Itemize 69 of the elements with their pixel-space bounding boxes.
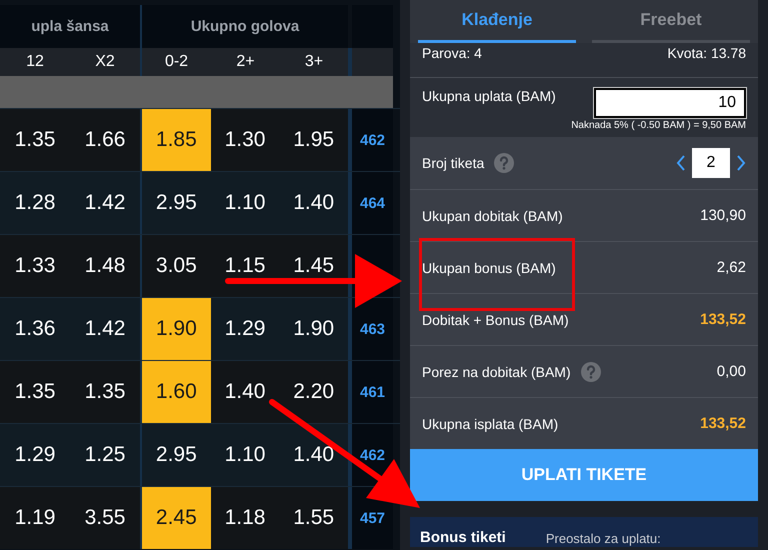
odds-cell[interactable]: 1.95 — [279, 109, 348, 171]
market-group-header: upla šansa — [0, 5, 140, 48]
odds-cell[interactable]: 1.30 — [210, 109, 280, 171]
pairs-count: Parova: 4 — [422, 45, 482, 63]
odds-cell[interactable]: 2.20 — [279, 361, 348, 423]
odds-cell[interactable]: 1.55 — [279, 487, 348, 549]
odds-cell[interactable]: 1.29 — [210, 298, 280, 360]
odds-cell[interactable]: 1.28 — [0, 172, 70, 234]
odds-cell[interactable]: 1.90 — [142, 298, 211, 360]
summary-value: 130,90 — [700, 207, 746, 224]
odds-cell[interactable]: 1.45 — [279, 235, 348, 297]
odds-cell[interactable]: 1.85 — [142, 109, 211, 171]
odds-cell[interactable]: 1.66 — [70, 109, 140, 171]
odds-cell[interactable]: 1.90 — [279, 298, 348, 360]
column-header: 3+ — [280, 48, 348, 76]
odds-cell[interactable]: 1.40 — [210, 361, 280, 423]
odds-cell[interactable]: 1.29 — [0, 424, 70, 486]
odds-cell[interactable]: 1.36 — [0, 298, 70, 360]
match-code[interactable]: 464 — [352, 172, 393, 234]
odds-cell[interactable]: 1.33 — [0, 235, 70, 297]
odds-cell[interactable]: 1.35 — [70, 361, 140, 423]
column-header: 2+ — [211, 48, 280, 76]
bonus-remaining-label: Preostalo za uplatu: — [546, 531, 661, 546]
odds-cell[interactable]: 1.40 — [279, 424, 348, 486]
fee-note: Naknada 5% ( -0.50 BAM ) = 9,50 BAM — [571, 120, 746, 131]
bonus-title: Bonus tiketi — [420, 529, 506, 546]
help-icon[interactable] — [580, 362, 601, 382]
summary-value: 0,00 — [716, 363, 746, 380]
match-code[interactable]: 462 — [352, 109, 393, 171]
odds-cell[interactable]: 2.95 — [142, 424, 211, 486]
summary-value: 2,62 — [716, 259, 746, 276]
summary-value: 133,52 — [700, 311, 746, 328]
summary-label: Porez na dobitak (BAM) — [422, 364, 571, 380]
total-odds: Kvota: 13.78 — [667, 45, 746, 63]
odds-cell[interactable]: 1.10 — [210, 172, 280, 234]
odds-cell[interactable]: 1.10 — [210, 424, 280, 486]
odds-cell[interactable]: 1.60 — [142, 361, 211, 423]
odds-cell[interactable]: 1.42 — [70, 298, 140, 360]
odds-cell[interactable]: 1.25 — [70, 424, 140, 486]
stake-label: Ukupna uplata (BAM) — [422, 88, 556, 104]
odds-cell[interactable]: 3.55 — [70, 487, 140, 549]
summary-label: Ukupan dobitak (BAM) — [422, 208, 563, 224]
summary-label: Ukupna isplata (BAM) — [422, 416, 558, 432]
summary-value: 133,52 — [700, 415, 746, 432]
odds-cell[interactable]: 2.45 — [142, 487, 211, 549]
match-code[interactable]: 461 — [352, 361, 393, 423]
chevron-left-icon[interactable] — [676, 155, 686, 171]
chevron-right-icon[interactable] — [736, 155, 746, 171]
odds-cell[interactable]: 2.95 — [142, 172, 211, 234]
help-icon[interactable] — [494, 153, 514, 173]
column-header: 0-2 — [142, 48, 211, 76]
odds-cell[interactable]: 1.18 — [210, 487, 280, 549]
odds-cell[interactable]: 1.35 — [0, 361, 70, 423]
match-code[interactable]: 463 — [352, 298, 393, 360]
column-header: X2 — [70, 48, 140, 76]
ticket-count-field[interactable]: 2 — [692, 148, 730, 178]
odds-cell[interactable]: 1.48 — [70, 235, 140, 297]
odds-cell[interactable]: 1.19 — [0, 487, 70, 549]
odds-cell[interactable]: 1.35 — [0, 109, 70, 171]
market-group-header: Ukupno golova — [142, 5, 348, 48]
stake-input[interactable]: 10 — [594, 88, 746, 118]
column-header: 12 — [0, 48, 70, 76]
odds-cell[interactable]: 1.42 — [70, 172, 140, 234]
odds-cell[interactable]: 3.05 — [142, 235, 211, 297]
summary-label: Ukupan bonus (BAM) — [422, 260, 556, 276]
summary-label: Dobitak + Bonus (BAM) — [422, 312, 569, 328]
odds-cell[interactable]: 1.40 — [279, 172, 348, 234]
odds-cell[interactable]: 1.15 — [210, 235, 280, 297]
tickets-label: Broj tiketa — [422, 155, 484, 171]
